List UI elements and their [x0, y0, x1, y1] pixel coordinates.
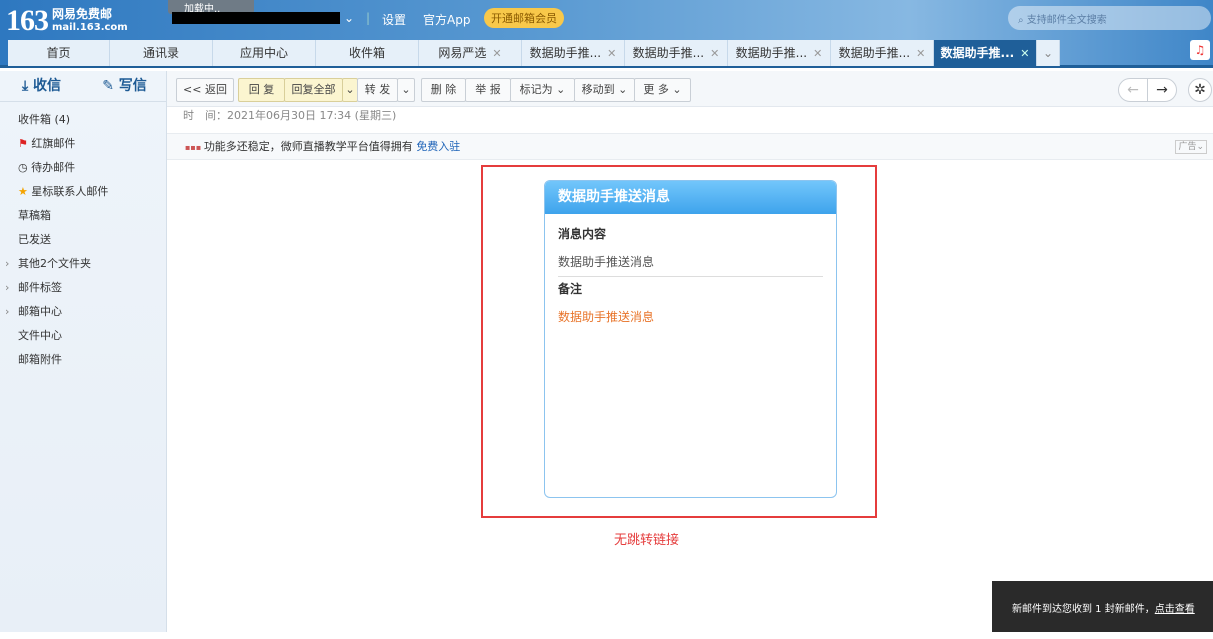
note-value: 数据助手推送消息 [558, 310, 655, 324]
message-card: 数据助手推送消息 消息内容 数据助手推送消息 备注 数据助手推送消息 [544, 180, 837, 498]
tab-home[interactable]: 首页 [8, 40, 110, 66]
reply-all-button[interactable]: 回复全部 [284, 78, 343, 102]
report-button[interactable]: 举 报 [465, 78, 511, 102]
new-mail-toast: 新邮件到达您收到 1 封新邮件，点击查看 [992, 581, 1213, 632]
clock-icon: ◷ [18, 161, 28, 174]
tab-mail[interactable]: 数据助手推... ✕ [728, 40, 831, 66]
sidebar-item-mail-center[interactable]: › 邮箱中心 [0, 300, 166, 324]
sidebar-item-attachments[interactable]: 邮箱附件 [0, 348, 166, 372]
app-link[interactable]: 官方App [423, 11, 470, 28]
star-icon: ★ [18, 185, 28, 198]
reply-dropdown-icon[interactable]: ⌄ [342, 78, 358, 102]
close-icon[interactable]: ✕ [710, 47, 719, 60]
delete-button[interactable]: 删 除 [421, 78, 466, 102]
tab-mail[interactable]: 数据助手推... ✕ [831, 40, 934, 66]
tab-bar: 首页 通讯录 应用中心 收件箱 网易严选 ✕ 数据助手推... ✕ 数据助手推...… [0, 40, 1213, 68]
mark-as-button[interactable]: 标记为 ⌄ [510, 78, 575, 102]
card-title: 数据助手推送消息 [545, 181, 836, 214]
forward-dropdown-icon[interactable]: ⌄ [397, 78, 415, 102]
next-mail-arrow-icon[interactable]: → [1147, 78, 1177, 102]
tab-yanxuan[interactable]: 网易严选 ✕ [419, 40, 522, 66]
close-icon[interactable]: ✕ [492, 47, 501, 60]
receive-button[interactable]: ⤓ 收信 [0, 71, 83, 101]
sidebar-item-sent[interactable]: 已发送 [0, 228, 166, 252]
flag-icon: ⚑ [18, 137, 28, 150]
move-to-button[interactable]: 移动到 ⌄ [574, 78, 635, 102]
search-input[interactable]: ⌕ 支持邮件全文搜索 [1008, 6, 1211, 30]
vip-button[interactable]: 开通邮箱会员 [484, 8, 564, 28]
sidebar-item-tags[interactable]: › 邮件标签 [0, 276, 166, 300]
close-icon[interactable]: ✕ [813, 47, 822, 60]
gear-icon[interactable]: ✲ [1188, 78, 1212, 102]
account-redacted[interactable] [172, 12, 340, 24]
tab-inbox[interactable]: 收件箱 [316, 40, 419, 66]
sidebar-item-other-folders[interactable]: › 其他2个文件夹 [0, 252, 166, 276]
sidebar-item-drafts[interactable]: 草稿箱 [0, 204, 166, 228]
account-dropdown-icon[interactable]: ⌄ [344, 11, 354, 25]
view-mail-link[interactable]: 点击查看 [1155, 604, 1195, 615]
tab-contacts[interactable]: 通讯录 [110, 40, 213, 66]
mail-toolbar: << 返回 回 复 回复全部 ⌄ 转 发 ⌄ 删 除 举 报 标记为 ⌄ 移动到… [167, 71, 1213, 107]
more-button[interactable]: 更 多 ⌄ [634, 78, 691, 102]
sidebar-item-flagged[interactable]: ⚑ 红旗邮件 [0, 132, 166, 156]
chevron-right-icon: › [5, 305, 10, 318]
ad-icon: ▪▪▪ [185, 143, 204, 152]
sidebar-item-inbox[interactable]: 收件箱 (4) [0, 108, 166, 132]
ad-link[interactable]: 免费入驻 [416, 140, 460, 153]
back-button[interactable]: << 返回 [176, 78, 234, 102]
tab-mail[interactable]: 数据助手推... ✕ [522, 40, 625, 66]
tab-overflow-chevron-icon[interactable]: ⌄ [1037, 40, 1060, 66]
music-icon[interactable]: ♫ [1190, 40, 1210, 60]
settings-link[interactable]: 设置 [382, 11, 406, 28]
reply-button[interactable]: 回 复 [238, 78, 285, 102]
logo[interactable]: 163 网易免费邮 mail.163.com [6, 4, 128, 38]
sidebar: ⤓ 收信 ✎ 写信 收件箱 (4) ⚑ 红旗邮件 ◷ 待办邮件 ★ 星标联系人邮… [0, 71, 167, 632]
close-icon[interactable]: ✕ [1020, 47, 1029, 60]
close-icon[interactable]: ✕ [607, 47, 616, 60]
sidebar-item-todo[interactable]: ◷ 待办邮件 [0, 156, 166, 180]
mail-time: 时 间：2021年06月30日 17:34 (星期三) [183, 109, 397, 122]
sidebar-item-starred[interactable]: ★ 星标联系人邮件 [0, 180, 166, 204]
ad-tag[interactable]: 广告⌄ [1175, 140, 1207, 154]
content-value: 数据助手推送消息 [558, 255, 655, 269]
tab-mail-active[interactable]: 数据助手推... ✕ [934, 40, 1037, 66]
annotation-caption: 无跳转链接 [614, 533, 680, 548]
sidebar-item-file-center[interactable]: 文件中心 [0, 324, 166, 348]
chevron-right-icon: › [5, 281, 10, 294]
prev-mail-arrow-icon[interactable]: ← [1118, 78, 1148, 102]
download-icon: ⤓ [21, 78, 29, 94]
search-icon: ⌕ [1018, 15, 1027, 26]
edit-icon: ✎ [102, 78, 114, 94]
divider [558, 276, 823, 277]
note-label: 备注 [558, 282, 583, 296]
chevron-right-icon: › [5, 257, 10, 270]
close-icon[interactable]: ✕ [916, 47, 925, 60]
compose-button[interactable]: ✎ 写信 [83, 71, 166, 101]
tab-apps[interactable]: 应用中心 [213, 40, 316, 66]
tab-mail[interactable]: 数据助手推... ✕ [625, 40, 728, 66]
content-label: 消息内容 [558, 227, 607, 241]
forward-button[interactable]: 转 发 [357, 78, 398, 102]
ad-bar: ▪▪▪ 功能多还稳定，微师直播教学平台值得拥有 免费入驻 广告⌄ [167, 133, 1213, 160]
